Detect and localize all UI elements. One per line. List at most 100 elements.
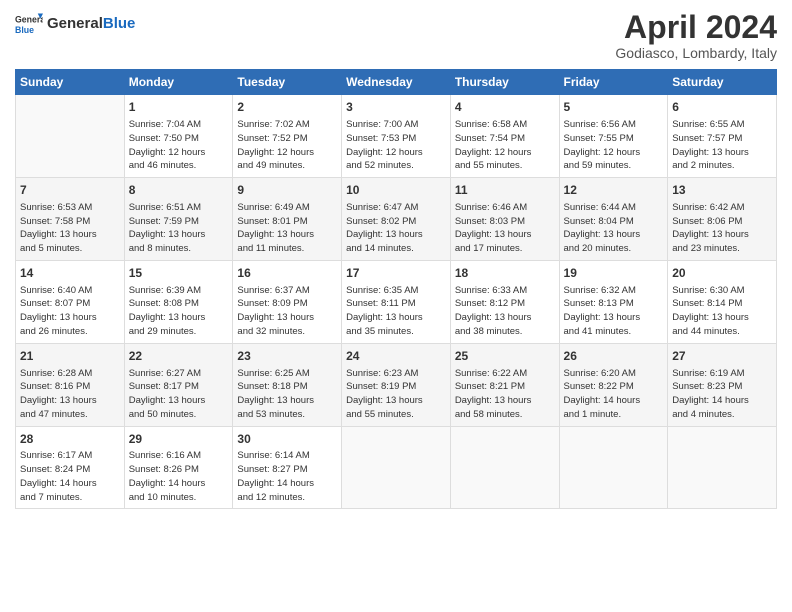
calendar-week-row: 14 Sunrise: 6:40 AM Sunset: 8:07 PM Dayli… [16,260,777,343]
calendar-cell: 13Sunrise: 6:42 AM Sunset: 8:06 PM Dayli… [668,178,777,261]
day-info: Sunrise: 6:40 AM Sunset: 8:07 PM Dayligh… [20,284,120,339]
day-info: Sunrise: 6:27 AM Sunset: 8:17 PM Dayligh… [129,367,229,422]
calendar-cell: 14 Sunrise: 6:40 AM Sunset: 8:07 PM Dayli… [16,260,125,343]
calendar-table: Sunday Monday Tuesday Wednesday Thursday… [15,69,777,509]
calendar-cell: 8 Sunrise: 6:51 AM Sunset: 7:59 PM Daylig… [124,178,233,261]
calendar-cell: 18 Sunrise: 6:33 AM Sunset: 8:12 PM Dayli… [450,260,559,343]
calendar-week-row: 21 Sunrise: 6:28 AM Sunset: 8:16 PM Dayli… [16,343,777,426]
col-sunday: Sunday [16,70,125,95]
day-number: 27 [672,348,772,365]
calendar-cell: 3Sunrise: 7:00 AM Sunset: 7:53 PM Daylig… [342,95,451,178]
day-info: Sunrise: 6:58 AM Sunset: 7:54 PM Dayligh… [455,118,555,173]
calendar-cell: 1 Sunrise: 7:04 AM Sunset: 7:50 PM Daylig… [124,95,233,178]
day-number: 21 [20,348,120,365]
header: General Blue GeneralBlue April 2024 Godi… [15,10,777,61]
day-number: 1 [129,99,229,116]
calendar-cell: 20Sunrise: 6:30 AM Sunset: 8:14 PM Dayli… [668,260,777,343]
calendar-cell: 26 Sunrise: 6:20 AM Sunset: 8:22 PM Dayli… [559,343,668,426]
day-info: Sunrise: 6:46 AM Sunset: 8:03 PM Dayligh… [455,201,555,256]
day-info: Sunrise: 6:22 AM Sunset: 8:21 PM Dayligh… [455,367,555,422]
day-info: Sunrise: 6:32 AM Sunset: 8:13 PM Dayligh… [564,284,664,339]
day-number: 7 [20,182,120,199]
calendar-cell: 16 Sunrise: 6:37 AM Sunset: 8:09 PM Dayli… [233,260,342,343]
day-number: 8 [129,182,229,199]
calendar-cell: 24Sunrise: 6:23 AM Sunset: 8:19 PM Dayli… [342,343,451,426]
day-info: Sunrise: 6:16 AM Sunset: 8:26 PM Dayligh… [129,449,229,504]
day-info: Sunrise: 6:51 AM Sunset: 7:59 PM Dayligh… [129,201,229,256]
col-thursday: Thursday [450,70,559,95]
day-number: 30 [237,431,337,448]
day-number: 22 [129,348,229,365]
logo-icon: General Blue [15,10,43,38]
day-number: 19 [564,265,664,282]
title-block: April 2024 Godiasco, Lombardy, Italy [615,10,777,61]
day-info: Sunrise: 6:30 AM Sunset: 8:14 PM Dayligh… [672,284,772,339]
calendar-cell: 11 Sunrise: 6:46 AM Sunset: 8:03 PM Dayli… [450,178,559,261]
calendar-cell [342,426,451,509]
calendar-cell: 25 Sunrise: 6:22 AM Sunset: 8:21 PM Dayli… [450,343,559,426]
day-info: Sunrise: 6:33 AM Sunset: 8:12 PM Dayligh… [455,284,555,339]
day-info: Sunrise: 6:37 AM Sunset: 8:09 PM Dayligh… [237,284,337,339]
calendar-cell [668,426,777,509]
calendar-cell: 7Sunrise: 6:53 AM Sunset: 7:58 PM Daylig… [16,178,125,261]
calendar-cell: 17Sunrise: 6:35 AM Sunset: 8:11 PM Dayli… [342,260,451,343]
calendar-cell: 15 Sunrise: 6:39 AM Sunset: 8:08 PM Dayli… [124,260,233,343]
calendar-cell: 19 Sunrise: 6:32 AM Sunset: 8:13 PM Dayli… [559,260,668,343]
col-saturday: Saturday [668,70,777,95]
calendar-cell [559,426,668,509]
col-wednesday: Wednesday [342,70,451,95]
day-info: Sunrise: 6:35 AM Sunset: 8:11 PM Dayligh… [346,284,446,339]
calendar-cell: 27 Sunrise: 6:19 AM Sunset: 8:23 PM Dayli… [668,343,777,426]
calendar-cell [450,426,559,509]
day-number: 25 [455,348,555,365]
calendar-cell: 22 Sunrise: 6:27 AM Sunset: 8:17 PM Dayli… [124,343,233,426]
day-number: 11 [455,182,555,199]
day-info: Sunrise: 7:02 AM Sunset: 7:52 PM Dayligh… [237,118,337,173]
calendar-cell: 12Sunrise: 6:44 AM Sunset: 8:04 PM Dayli… [559,178,668,261]
day-info: Sunrise: 6:39 AM Sunset: 8:08 PM Dayligh… [129,284,229,339]
day-number: 29 [129,431,229,448]
day-info: Sunrise: 6:28 AM Sunset: 8:16 PM Dayligh… [20,367,120,422]
day-info: Sunrise: 6:17 AM Sunset: 8:24 PM Dayligh… [20,449,120,504]
col-monday: Monday [124,70,233,95]
calendar-cell: 10 Sunrise: 6:47 AM Sunset: 8:02 PM Dayli… [342,178,451,261]
day-number: 15 [129,265,229,282]
calendar-cell: 4Sunrise: 6:58 AM Sunset: 7:54 PM Daylig… [450,95,559,178]
logo-text: GeneralBlue [47,16,135,33]
day-info: Sunrise: 7:04 AM Sunset: 7:50 PM Dayligh… [129,118,229,173]
calendar-cell: 6 Sunrise: 6:55 AM Sunset: 7:57 PM Daylig… [668,95,777,178]
day-info: Sunrise: 6:20 AM Sunset: 8:22 PM Dayligh… [564,367,664,422]
day-info: Sunrise: 6:55 AM Sunset: 7:57 PM Dayligh… [672,118,772,173]
day-info: Sunrise: 6:44 AM Sunset: 8:04 PM Dayligh… [564,201,664,256]
calendar-cell [16,95,125,178]
day-info: Sunrise: 6:47 AM Sunset: 8:02 PM Dayligh… [346,201,446,256]
day-info: Sunrise: 6:25 AM Sunset: 8:18 PM Dayligh… [237,367,337,422]
calendar-cell: 2 Sunrise: 7:02 AM Sunset: 7:52 PM Daylig… [233,95,342,178]
day-number: 6 [672,99,772,116]
page-container: General Blue GeneralBlue April 2024 Godi… [0,0,792,519]
day-number: 16 [237,265,337,282]
calendar-week-row: 28Sunrise: 6:17 AM Sunset: 8:24 PM Dayli… [16,426,777,509]
day-number: 10 [346,182,446,199]
day-info: Sunrise: 6:49 AM Sunset: 8:01 PM Dayligh… [237,201,337,256]
svg-text:General: General [15,14,43,24]
calendar-week-row: 1 Sunrise: 7:04 AM Sunset: 7:50 PM Daylig… [16,95,777,178]
day-number: 2 [237,99,337,116]
day-number: 18 [455,265,555,282]
calendar-cell: 30Sunrise: 6:14 AM Sunset: 8:27 PM Dayli… [233,426,342,509]
day-number: 3 [346,99,446,116]
calendar-cell: 29Sunrise: 6:16 AM Sunset: 8:26 PM Dayli… [124,426,233,509]
day-number: 23 [237,348,337,365]
day-number: 26 [564,348,664,365]
calendar-cell: 9 Sunrise: 6:49 AM Sunset: 8:01 PM Daylig… [233,178,342,261]
day-number: 9 [237,182,337,199]
day-number: 24 [346,348,446,365]
day-info: Sunrise: 6:19 AM Sunset: 8:23 PM Dayligh… [672,367,772,422]
svg-text:Blue: Blue [15,25,34,35]
month-title: April 2024 [615,10,777,45]
col-tuesday: Tuesday [233,70,342,95]
calendar-cell: 28Sunrise: 6:17 AM Sunset: 8:24 PM Dayli… [16,426,125,509]
day-number: 14 [20,265,120,282]
day-number: 5 [564,99,664,116]
col-friday: Friday [559,70,668,95]
